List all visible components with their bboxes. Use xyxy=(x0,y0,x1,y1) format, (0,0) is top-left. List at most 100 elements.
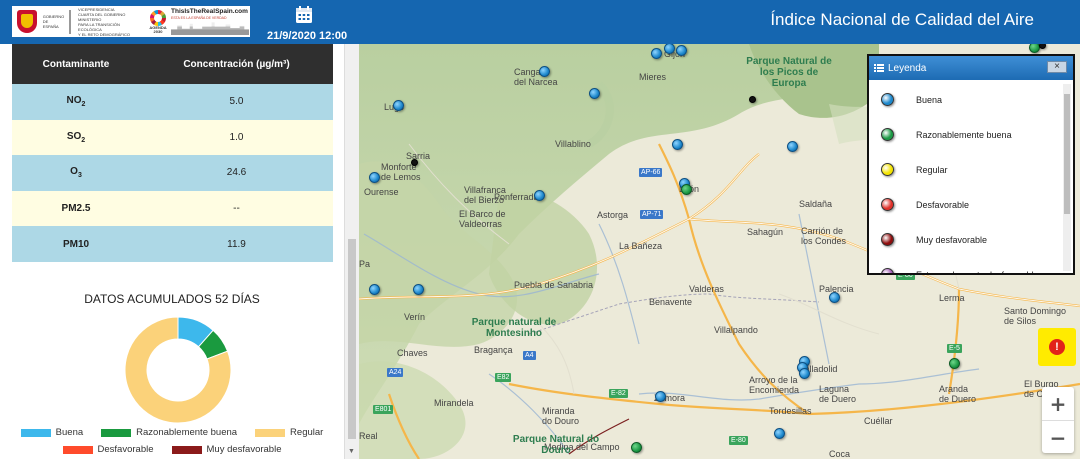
legend-swatch xyxy=(171,445,202,454)
station-marker-icon[interactable] xyxy=(369,284,380,295)
map-place-label: Verín xyxy=(404,312,426,322)
level-marker-icon xyxy=(881,233,894,246)
table-row: SO2 1.0 xyxy=(12,119,333,156)
station-marker-icon[interactable] xyxy=(681,184,692,195)
station-marker-icon[interactable] xyxy=(411,159,418,166)
map-legend-window: Leyenda × Buena Razonablemente buena Regul… xyxy=(867,54,1075,275)
station-marker-icon[interactable] xyxy=(774,428,785,439)
legend-entry[interactable]: Buena xyxy=(20,427,83,438)
legend-header[interactable]: Leyenda × xyxy=(869,56,1073,80)
legend-swatch xyxy=(101,428,132,437)
map-place-label: Carrión de los Condes xyxy=(801,226,847,246)
station-marker-icon[interactable] xyxy=(631,442,642,453)
legend-entry[interactable]: Regular xyxy=(255,427,323,438)
zoom-out-button[interactable]: − xyxy=(1042,421,1074,454)
map-legend-item: Regular xyxy=(881,163,948,176)
panel-splitter[interactable]: ▼ xyxy=(344,44,359,459)
map-park-label: Parque Natural do Douro xyxy=(512,434,600,456)
map-place-label: Chaves xyxy=(397,348,428,358)
level-marker-icon xyxy=(881,128,894,141)
pollutant-table: Contaminante Concentración (µg/m³) NO2 5.… xyxy=(12,44,333,262)
legend-entry[interactable]: Desfavorable xyxy=(62,444,154,455)
table-row: PM2.5 -- xyxy=(12,190,333,227)
map-place-label: Ourense xyxy=(364,187,399,197)
legend-row: Desfavorable Muy desfavorable xyxy=(0,443,344,456)
ministry-logo-text: VICEPRESIDENCIA CUARTA DEL GOBIERNO MINI… xyxy=(78,6,130,37)
map-road-label: E82 xyxy=(495,373,512,382)
map-place-label: Santo Domingo de Silos xyxy=(1004,306,1067,326)
station-marker-icon[interactable] xyxy=(799,368,810,379)
pollutant-name: PM2.5 xyxy=(61,203,91,215)
splitter-thumb[interactable] xyxy=(348,239,356,439)
pollutant-value: 11.9 xyxy=(227,238,246,250)
map-legend-item: Desfavorable xyxy=(881,198,969,211)
map-place-label: La Bañeza xyxy=(619,241,663,251)
station-marker-icon[interactable] xyxy=(672,139,683,150)
map-place-label: Miranda do Douro xyxy=(542,406,580,426)
real-spain-logo: ThisIsTheRealSpain.com ESTA ES LA ESPAÑA… xyxy=(168,6,250,37)
pollutant-value: 24.6 xyxy=(226,167,247,179)
station-marker-icon[interactable] xyxy=(413,284,424,295)
legend-label: Regular xyxy=(290,427,324,438)
pollutant-name: NO2 xyxy=(66,95,86,109)
map-place-label: Villafranca del Bierzo xyxy=(464,185,506,205)
map-place-label: Cangas del Narcea xyxy=(514,67,558,87)
map-legend-label: Extremadamente desfavorable xyxy=(916,270,1039,274)
station-marker-icon[interactable] xyxy=(655,391,666,402)
map-legend-label: Muy desfavorable xyxy=(916,234,988,245)
calendar-icon[interactable] xyxy=(295,5,313,24)
column-header-concentration: Concentración (µg/m³) xyxy=(183,58,290,70)
station-marker-icon[interactable] xyxy=(651,48,662,59)
station-marker-icon[interactable] xyxy=(589,88,600,99)
left-panel: Contaminante Concentración (µg/m³) NO2 5.… xyxy=(0,44,344,459)
station-marker-icon[interactable] xyxy=(539,66,550,77)
coat-of-arms-icon xyxy=(14,8,40,35)
map-place-label: Valderas xyxy=(689,284,724,294)
station-marker-icon[interactable] xyxy=(949,358,960,369)
logos-banner: GOBIERNO DE ESPAÑA VICEPRESIDENCIA CUART… xyxy=(12,6,250,37)
map-place-label: Puebla de Sanabria xyxy=(514,280,594,290)
map-place-label: Benavente xyxy=(649,297,693,307)
page-title: Índice Nacional de Calidad del Aire xyxy=(770,10,1034,29)
station-marker-icon[interactable] xyxy=(749,96,756,103)
alert-button[interactable]: ! xyxy=(1038,328,1076,366)
legend-title: Leyenda xyxy=(888,62,927,74)
legend-swatch xyxy=(62,445,93,454)
level-marker-icon xyxy=(881,163,894,176)
station-marker-icon[interactable] xyxy=(787,141,798,152)
map-place-label: Tordesillas xyxy=(769,406,812,416)
legend-entry[interactable]: Muy desfavorable xyxy=(171,444,281,455)
map-legend-item: Buena xyxy=(881,93,942,106)
legend-label: Razonablemente buena xyxy=(136,427,238,438)
column-header-pollutant: Contaminante xyxy=(42,58,110,70)
pollutant-name: O3 xyxy=(70,166,82,180)
map-legend-item: Extremadamente desfavorable xyxy=(881,268,1039,273)
legend-entry[interactable]: Razonablemente buena xyxy=(101,427,237,438)
map-road-label: E-5 xyxy=(947,344,962,353)
map-road-label: AP-66 xyxy=(639,168,663,177)
station-marker-icon[interactable] xyxy=(676,45,687,56)
station-marker-icon[interactable] xyxy=(369,172,380,183)
map-park-label: Parque Natural de los Picos de Europa xyxy=(746,56,832,89)
station-marker-icon[interactable] xyxy=(829,292,840,303)
legend-swatch xyxy=(255,428,286,437)
legend-scrollbar[interactable] xyxy=(1063,84,1071,271)
station-marker-icon[interactable] xyxy=(393,100,404,111)
list-icon xyxy=(874,64,884,72)
map-place-label: Astorga xyxy=(597,210,629,220)
map-place-label: Coca xyxy=(829,449,851,459)
map-place-label: Arroyo de la Encomienda xyxy=(749,375,800,395)
legend-scroll-thumb[interactable] xyxy=(1064,94,1070,214)
date-time-label: 21/9/2020 12:00 xyxy=(267,30,348,42)
scroll-down-arrow-icon[interactable]: ▼ xyxy=(348,448,355,455)
exclamation-icon: ! xyxy=(1049,339,1065,355)
map-road-label: A24 xyxy=(387,368,404,377)
table-row: PM10 11.9 xyxy=(12,226,333,262)
close-button[interactable]: × xyxy=(1047,61,1067,73)
table-row: NO2 5.0 xyxy=(12,84,333,120)
map-legend-label: Regular xyxy=(916,164,948,175)
station-marker-icon[interactable] xyxy=(534,190,545,201)
zoom-in-button[interactable]: + xyxy=(1042,387,1074,420)
map-park-label: Parque natural de Montesinho xyxy=(471,317,557,339)
map-road-label: AP-71 xyxy=(640,210,664,219)
